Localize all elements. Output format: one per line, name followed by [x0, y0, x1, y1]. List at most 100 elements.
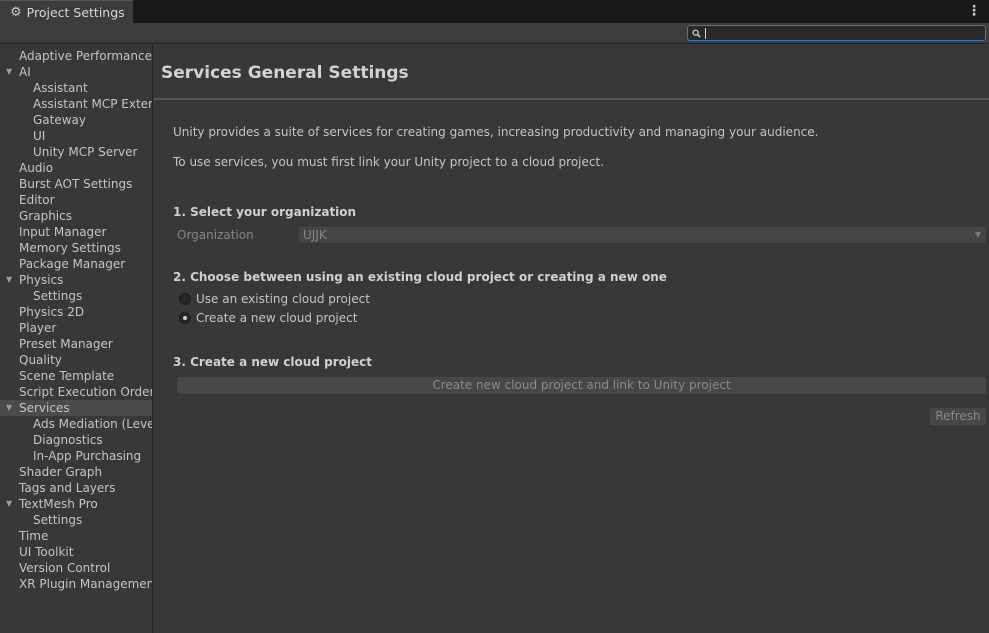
radio-button-selected-icon[interactable]: [179, 312, 191, 324]
toolbar: [0, 23, 989, 44]
sidebar-item[interactable]: Settings: [0, 288, 152, 304]
search-input[interactable]: [687, 25, 986, 41]
sidebar-item-label: Tags and Layers: [19, 481, 116, 495]
sidebar-item-label: UI: [33, 129, 46, 143]
sidebar-item-label: Script Execution Order: [19, 385, 152, 399]
sidebar-item-label: Assistant MCP Extensions: [33, 97, 152, 111]
sidebar-item[interactable]: Version Control: [0, 560, 152, 576]
sidebar-item-label: UI Toolkit: [19, 545, 74, 559]
sidebar-item[interactable]: Scene Template: [0, 368, 152, 384]
sidebar-item-label: Ads Mediation (LevelPlay): [33, 417, 152, 431]
sidebar-item-label: Memory Settings: [19, 241, 121, 255]
sidebar-item-label: Settings: [33, 513, 83, 527]
sidebar-item-label: Player: [19, 321, 57, 335]
sidebar-item-label: Physics 2D: [19, 305, 85, 319]
sidebar-item-label: Time: [19, 529, 49, 543]
sidebar-item-label: Gateway: [33, 113, 87, 127]
expand-arrow-icon[interactable]: ▼: [6, 64, 12, 80]
sidebar-item[interactable]: ▼ TextMesh Pro: [0, 496, 152, 512]
sidebar-item[interactable]: Adaptive Performance: [0, 48, 152, 64]
sidebar-item[interactable]: Shader Graph: [0, 464, 152, 480]
intro-text-2: To use services, you must first link you…: [173, 155, 605, 169]
sidebar-item-label: Settings: [33, 289, 83, 303]
sidebar-item[interactable]: Settings: [0, 512, 152, 528]
sidebar-item-label: XR Plugin Management: [19, 577, 152, 591]
sidebar-item[interactable]: Preset Manager: [0, 336, 152, 352]
kebab-menu-icon[interactable]: ⋮: [967, 4, 981, 18]
step2-heading: 2. Choose between using an existing clou…: [173, 270, 667, 284]
sidebar-item-label: Burst AOT Settings: [19, 177, 133, 191]
sidebar-item[interactable]: Script Execution Order: [0, 384, 152, 400]
sidebar-item-label: AI: [19, 65, 31, 79]
expand-arrow-icon[interactable]: ▼: [6, 496, 12, 512]
tab-project-settings[interactable]: ⚙ Project Settings: [0, 0, 133, 23]
sidebar-item[interactable]: ▼ Physics: [0, 272, 152, 288]
sidebar-item[interactable]: Assistant MCP Extensions: [0, 96, 152, 112]
sidebar-item-label: Quality: [19, 353, 62, 367]
sidebar-item[interactable]: Graphics: [0, 208, 152, 224]
sidebar-item[interactable]: Memory Settings: [0, 240, 152, 256]
sidebar-item-label: TextMesh Pro: [19, 497, 98, 511]
sidebar-item[interactable]: Player: [0, 320, 152, 336]
radio-new-label: Create a new cloud project: [196, 311, 358, 325]
sidebar-item[interactable]: Quality: [0, 352, 152, 368]
organization-value: UJJK: [303, 228, 327, 242]
sidebar-item[interactable]: ▼ AI: [0, 64, 152, 80]
sidebar-item-label: Diagnostics: [33, 433, 103, 447]
expand-arrow-icon[interactable]: ▼: [6, 272, 12, 288]
sidebar-item-label: Preset Manager: [19, 337, 113, 351]
sidebar-item[interactable]: Physics 2D: [0, 304, 152, 320]
sidebar-item-label: Physics: [19, 273, 64, 287]
sidebar-item-label: Scene Template: [19, 369, 115, 383]
sidebar-item[interactable]: Input Manager: [0, 224, 152, 240]
search-caret: [705, 27, 706, 39]
sidebar-item-label: Audio: [19, 161, 54, 175]
intro-text-1: Unity provides a suite of services for c…: [173, 125, 819, 139]
sidebar-item-label: Unity MCP Server: [33, 145, 138, 159]
sidebar-item[interactable]: UI Toolkit: [0, 544, 152, 560]
sidebar-item-label: Package Manager: [19, 257, 126, 271]
organization-dropdown[interactable]: UJJK ▼: [299, 227, 986, 243]
sidebar-item-label: Graphics: [19, 209, 72, 223]
sidebar-item[interactable]: Package Manager: [0, 256, 152, 272]
sidebar-item[interactable]: In-App Purchasing: [0, 448, 152, 464]
tab-title: Project Settings: [26, 4, 125, 20]
radio-button-icon[interactable]: [179, 293, 191, 305]
radio-existing-project[interactable]: Use an existing cloud project: [179, 292, 370, 306]
sidebar-item[interactable]: Tags and Layers: [0, 480, 152, 496]
organization-label: Organization: [177, 228, 254, 242]
search-icon: [692, 28, 701, 38]
sidebar-item[interactable]: Ads Mediation (LevelPlay): [0, 416, 152, 432]
chevron-down-icon: ▼: [974, 230, 981, 239]
refresh-button[interactable]: Refresh: [930, 408, 986, 425]
sidebar-item[interactable]: Diagnostics: [0, 432, 152, 448]
sidebar-item[interactable]: Editor: [0, 192, 152, 208]
sidebar-item[interactable]: Unity MCP Server: [0, 144, 152, 160]
sidebar-item-label: Shader Graph: [19, 465, 103, 479]
sidebar-item-label: Input Manager: [19, 225, 107, 239]
radio-new-project[interactable]: Create a new cloud project: [179, 311, 357, 325]
sidebar-item[interactable]: ▼ Services: [0, 400, 152, 416]
sidebar-item[interactable]: XR Plugin Management: [0, 576, 152, 592]
title-divider: [154, 98, 989, 100]
sidebar-item-label: Adaptive Performance: [19, 49, 152, 63]
gear-icon: ⚙: [10, 4, 22, 20]
sidebar-item-label: Version Control: [19, 561, 111, 575]
sidebar-item[interactable]: Gateway: [0, 112, 152, 128]
step3-heading: 3. Create a new cloud project: [173, 355, 372, 369]
main-panel: Services General Settings Unity provides…: [154, 44, 989, 633]
sidebar-item[interactable]: Audio: [0, 160, 152, 176]
sidebar-item-label: Services: [19, 401, 70, 415]
expand-arrow-icon[interactable]: ▼: [6, 400, 12, 416]
sidebar-item[interactable]: Burst AOT Settings: [0, 176, 152, 192]
sidebar-item[interactable]: UI: [0, 128, 152, 144]
sidebar-item[interactable]: Time: [0, 528, 152, 544]
sidebar-item-label: In-App Purchasing: [33, 449, 142, 463]
step1-heading: 1. Select your organization: [173, 205, 357, 219]
create-cloud-project-button[interactable]: Create new cloud project and link to Uni…: [177, 377, 986, 394]
sidebar-item-label: Assistant: [33, 81, 88, 95]
page-title: Services General Settings: [161, 63, 409, 83]
sidebar-item[interactable]: Assistant: [0, 80, 152, 96]
settings-sidebar: Adaptive Performance ▼ AI Assistant Assistan…: [0, 44, 153, 633]
radio-existing-label: Use an existing cloud project: [196, 292, 370, 306]
